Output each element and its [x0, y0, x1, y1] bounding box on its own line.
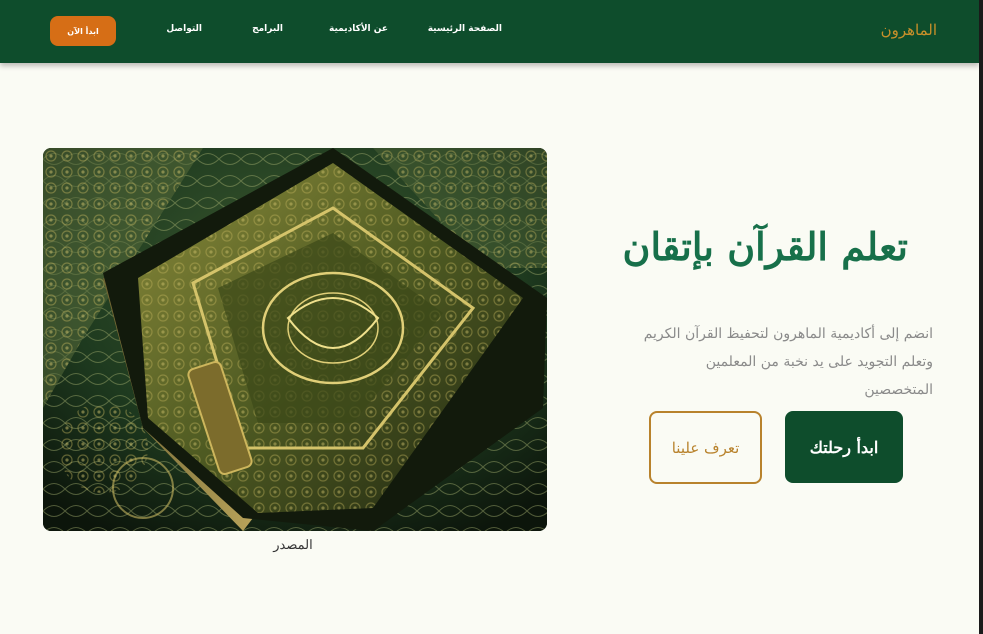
- brand-logo[interactable]: الماهرون: [881, 21, 937, 39]
- hero-description: انضم إلى أكاديمية الماهرون لتحفيظ القرآن…: [643, 326, 933, 398]
- start-journey-button[interactable]: ابدأ رحلتك: [785, 411, 903, 483]
- quran-book-image: [43, 148, 547, 531]
- hero-title: تعلم القرآن بإتقان: [622, 224, 908, 269]
- top-navbar: الماهرون الصفحة الرئيسية عن الأكاديمية ا…: [0, 0, 979, 63]
- window-edge: [979, 0, 983, 634]
- image-caption: المصدر: [273, 538, 313, 553]
- learn-about-us-button[interactable]: تعرف علينا: [649, 411, 762, 484]
- quran-book-illustration: [43, 148, 547, 531]
- nav-link-about[interactable]: عن الأكاديمية: [329, 24, 388, 34]
- nav-link-programs[interactable]: البرامج: [252, 24, 283, 34]
- nav-link-contact[interactable]: التواصل: [166, 24, 202, 34]
- start-now-button[interactable]: ابدأ الآن: [50, 16, 116, 46]
- nav-link-home[interactable]: الصفحة الرئيسية: [428, 24, 502, 34]
